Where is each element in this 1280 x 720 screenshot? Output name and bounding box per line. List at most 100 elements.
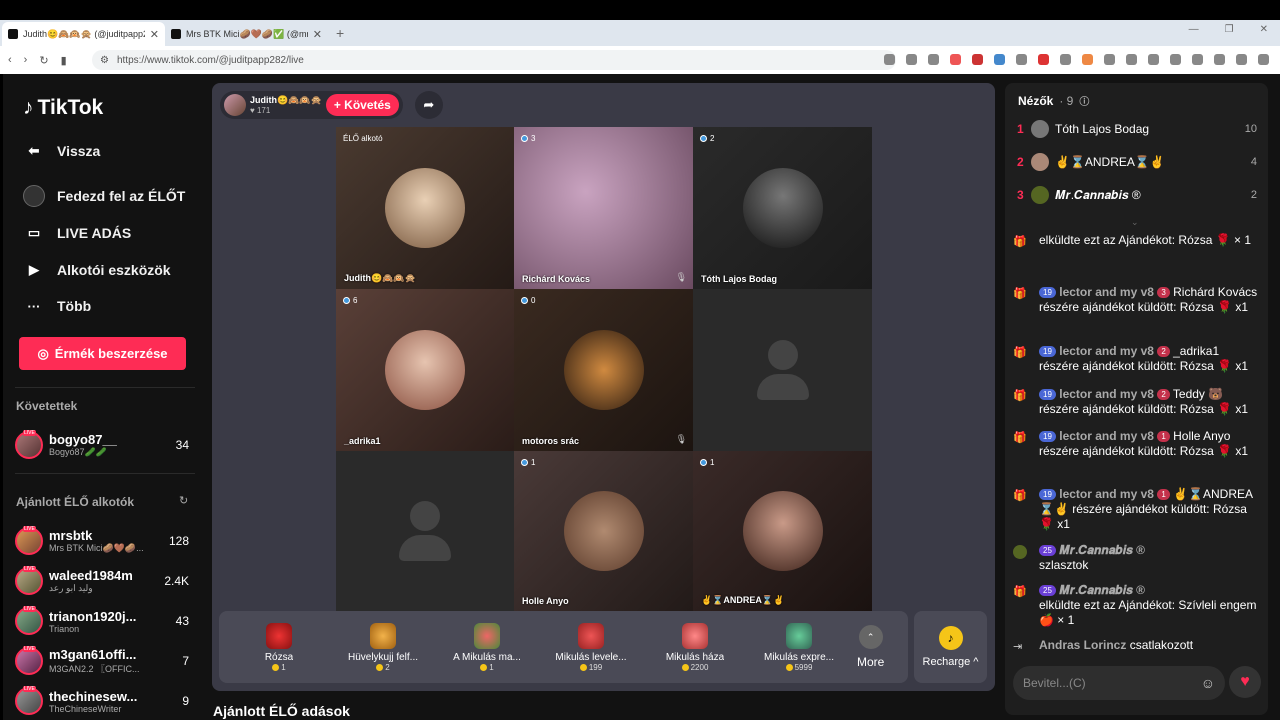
gift-item[interactable]: Hüvelykujj felf... 2 [331,622,435,672]
guest-score: 1 [521,458,535,467]
extension-icon[interactable] [1060,54,1071,65]
menu-icon[interactable] [1258,54,1269,65]
site-settings-icon[interactable]: ⚙ [100,55,109,66]
chevron-down-icon[interactable]: ⌄ [1131,217,1139,228]
chat-username[interactable]: 𝑴𝒓.𝑪𝒂𝒏𝒏𝒂𝒃𝒊𝒔 ® [1059,543,1145,557]
guest-cell[interactable]: ÉLŐ alkotó Judith😊🙈🙉🙊 [336,127,514,289]
gift-item[interactable]: Rózsa 1 [227,622,331,672]
url-field[interactable]: ⚙ https://www.tiktok.com/@juditpapp282/l… [92,50,896,70]
gift-item[interactable]: Mikulás expre... 5999 [747,622,851,672]
info-icon[interactable]: ⓘ [1079,93,1089,108]
host-info[interactable]: Judith😊🙈🙉🙊 ♥ 171 + Követés [220,91,403,119]
level-badge: 19 [1039,346,1056,357]
gift-item[interactable]: Mikulás levele... 199 [539,622,643,672]
translate-icon[interactable] [884,54,895,65]
emoji-icon[interactable]: ☺ [1201,675,1215,691]
sidebar-icon[interactable] [1170,54,1181,65]
recommended-item[interactable]: LIVE m3gan61offi... M3GAN2.2 〖OFFIC... 7 [15,644,195,678]
extension-icon[interactable] [1214,54,1225,65]
forward-arrow-icon[interactable]: › [24,54,28,66]
get-coins-button[interactable]: ◎ Érmék beszerzése [19,337,186,370]
divider [15,473,195,474]
wallet-icon[interactable] [1192,54,1203,65]
gift-price: 1 [272,663,286,672]
guest-avatar [563,330,644,410]
vpn-icon[interactable] [1236,54,1247,65]
maximize-icon[interactable]: ❐ [1225,24,1234,35]
chat-username[interactable]: lector and my v8 [1059,285,1154,299]
heart-icon[interactable]: ♥ [1229,666,1261,698]
creator-sub: Trianon [49,623,80,634]
top-viewer-row[interactable]: 1 Tóth Lajos Bodag 10 [1017,118,1257,140]
empty-guest-slot[interactable] [336,451,514,611]
top-viewer-row[interactable]: 3 𝑴𝒓.𝑪𝒂𝒏𝒏𝒂𝒃𝒊𝒔 ® 2 [1017,184,1257,206]
chat-username[interactable]: lector and my v8 [1059,429,1154,443]
guest-cell[interactable]: 3 Richárd Kovács 🎙 [514,127,693,289]
gift-price-value: 2200 [690,662,709,672]
back-link[interactable]: ⬅ Vissza [23,140,101,162]
more-gifts-button[interactable]: ⌃ More [857,625,884,669]
extension-icon[interactable] [1126,54,1137,65]
brave-shield-icon[interactable] [950,54,961,65]
recommended-item[interactable]: LIVE waleed1984m وليد ابو رعد 2.4K [15,564,195,598]
refresh-icon[interactable]: ↻ [179,494,188,507]
nav-creator-tools[interactable]: ▶ Alkotói eszközök [23,259,171,281]
chat-input[interactable]: Bevitel...(C) ☺ [1013,666,1225,700]
diamond-icon [521,297,528,304]
extension-icon[interactable] [1082,54,1093,65]
viewer-count: 34 [175,438,189,452]
chat-username[interactable]: Andras Lorincz [1039,638,1126,652]
gift-item[interactable]: A Mikulás ma... 1 [435,622,539,672]
gift-icon: 🎁 [1013,586,1027,598]
top-viewer-row[interactable]: 2 ✌⌛ANDREA⌛✌ 4 [1017,151,1257,173]
back-arrow-icon[interactable]: ‹ [8,54,12,66]
share-icon[interactable] [928,54,939,65]
tiktok-logo[interactable]: ♪ TikTok [23,96,103,120]
chat-username[interactable]: lector and my v8 [1059,387,1154,401]
chat-text: 19 lector and my v8 1 Holle Anyo részére… [1039,429,1261,459]
close-icon[interactable]: ✕ [150,28,159,41]
close-icon[interactable]: ✕ [313,28,322,41]
guest-score: 2 [700,134,714,143]
guest-cell[interactable]: 1 ✌⌛ANDREA⌛✌ [693,451,872,611]
followed-item[interactable]: LIVE bogyo87__ Bogyó87🥒🥒 34 [15,428,195,462]
live-badge: LIVE [23,606,36,612]
nav-more[interactable]: ··· Több [23,295,92,317]
extension-icon[interactable] [1016,54,1027,65]
puzzle-icon[interactable] [1104,54,1115,65]
back-label: Vissza [57,143,101,159]
bookmark-icon[interactable]: ▮ [61,54,67,67]
music-icon[interactable] [1148,54,1159,65]
guest-cell[interactable]: 0 motoros srác 🎙 [514,289,693,451]
nav-live-broadcast[interactable]: ▭ LIVE ADÁS [23,222,131,244]
reload-icon[interactable]: ↻ [39,54,48,67]
rewards-icon[interactable] [972,54,983,65]
chat-username[interactable]: 𝑴𝒓.𝑪𝒂𝒏𝒏𝒂𝒃𝒊𝒔 ® [1059,583,1145,597]
recharge-button[interactable]: ♪ Recharge ^ [914,611,987,683]
recommended-item[interactable]: LIVE thechinesew... TheChineseWriter 9 [15,684,195,718]
share-arrow-icon[interactable]: ➦ [414,91,443,119]
empty-guest-slot[interactable] [693,289,872,451]
gift-item[interactable]: Mikulás háza 2200 [643,622,747,672]
chat-text: 25 𝑴𝒓.𝑪𝒂𝒏𝒏𝒂𝒃𝒊𝒔 ® elküldte ezt az Ajándék… [1039,583,1261,628]
browser-tab-active[interactable]: Judith😊🙈🙉🙊 (@juditpapp282) TikTok LIVE ✕ [2,22,165,46]
chat-username[interactable]: lector and my v8 [1059,344,1154,358]
guest-cell[interactable]: 1 Holle Anyo [514,451,693,611]
browser-tab[interactable]: Mrs BTK Mici🥔🤎🥔✅ (@mrsbtk) ✕ [165,22,328,46]
extension-icon[interactable] [994,54,1005,65]
gift-name: Mikulás levele... [555,651,627,663]
nav-explore-live[interactable]: Fedezd fel az ÉLŐT [23,185,185,207]
extension-icon[interactable] [1038,54,1049,65]
viewer-count: 7 [182,654,189,668]
creator-sub: Mrs BTK Mici🥔🤎🥔... [49,543,144,553]
recommended-item[interactable]: LIVE mrsbtk Mrs BTK Mici🥔🤎🥔... 128 [15,524,195,558]
guest-cell[interactable]: 6 _adrika1 [336,289,514,451]
minimize-icon[interactable]: — [1189,24,1199,35]
guest-cell[interactable]: 2 Tóth Lajos Bodag [693,127,872,289]
close-window-icon[interactable]: ✕ [1260,24,1268,35]
new-tab-icon[interactable]: + [336,25,344,41]
follow-button[interactable]: + Követés [325,94,399,116]
chat-username[interactable]: lector and my v8 [1059,487,1154,501]
recommended-item[interactable]: LIVE trianon1920j... Trianon 43 [15,604,195,638]
zoom-icon[interactable] [906,54,917,65]
